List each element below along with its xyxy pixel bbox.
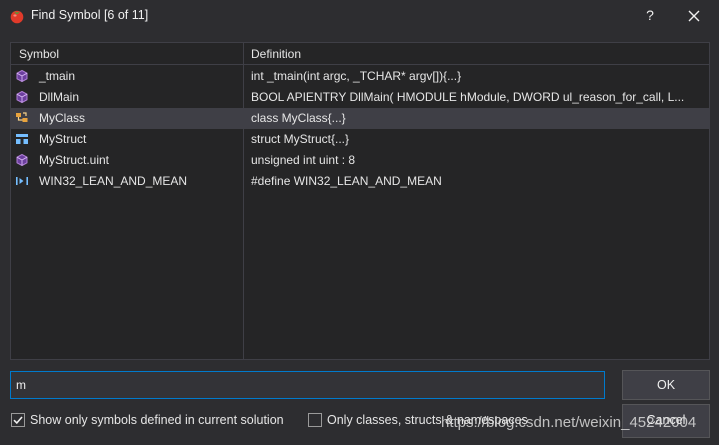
function-icon bbox=[16, 69, 28, 83]
column-header: Symbol Definition bbox=[11, 43, 709, 65]
symbol-name: _tmain bbox=[39, 69, 76, 83]
field-icon bbox=[16, 153, 28, 167]
symbol-definition: struct MyStruct{...} bbox=[251, 132, 350, 146]
tomato-icon bbox=[10, 10, 24, 24]
cancel-button[interactable]: Cancel bbox=[622, 404, 710, 438]
close-button[interactable] bbox=[680, 4, 708, 28]
checkbox-box[interactable] bbox=[308, 413, 322, 427]
window-title: Find Symbol [6 of 11] bbox=[31, 8, 149, 22]
symbol-definition: class MyClass{...} bbox=[251, 111, 346, 125]
symbol-name: MyStruct.uint bbox=[39, 153, 110, 167]
class-icon bbox=[16, 112, 28, 122]
struct-icon bbox=[16, 134, 28, 144]
symbol-row[interactable]: WIN32_LEAN_AND_MEAN #define WIN32_LEAN_A… bbox=[11, 171, 709, 192]
checkbox-box[interactable] bbox=[11, 413, 25, 427]
macro-icon bbox=[16, 177, 28, 185]
checkbox-label: Only classes, structs & namespaces bbox=[327, 413, 528, 427]
function-icon bbox=[16, 90, 28, 104]
symbol-name: MyClass bbox=[39, 111, 86, 125]
column-header-definition[interactable]: Definition bbox=[251, 47, 301, 61]
search-input[interactable] bbox=[10, 371, 605, 399]
checkbox-label: Show only symbols defined in current sol… bbox=[30, 413, 284, 427]
ok-button[interactable]: OK bbox=[622, 370, 710, 400]
title-bar: Find Symbol [6 of 11] ? bbox=[0, 0, 719, 32]
symbol-definition: #define WIN32_LEAN_AND_MEAN bbox=[251, 174, 442, 188]
symbol-definition: unsigned int uint : 8 bbox=[251, 153, 356, 167]
symbol-name: WIN32_LEAN_AND_MEAN bbox=[39, 174, 188, 188]
symbol-row[interactable]: MyStruct struct MyStruct{...} bbox=[11, 129, 709, 150]
close-icon bbox=[688, 10, 700, 22]
symbol-definition: int _tmain(int argc, _TCHAR* argv[]){...… bbox=[251, 69, 462, 83]
checkmark-icon bbox=[13, 416, 23, 425]
symbol-name: MyStruct bbox=[39, 132, 87, 146]
symbol-definition: BOOL APIENTRY DllMain( HMODULE hModule, … bbox=[251, 90, 685, 104]
only-classes-checkbox[interactable]: Only classes, structs & namespaces bbox=[308, 412, 548, 428]
symbol-row[interactable]: DllMain BOOL APIENTRY DllMain( HMODULE h… bbox=[11, 87, 709, 108]
only-current-solution-checkbox[interactable]: Show only symbols defined in current sol… bbox=[11, 412, 301, 428]
symbol-name: DllMain bbox=[39, 90, 80, 104]
column-header-symbol[interactable]: Symbol bbox=[19, 47, 59, 61]
symbol-row-selected[interactable]: MyClass class MyClass{...} bbox=[11, 108, 709, 129]
symbol-list[interactable]: Symbol Definition _tmain int _tmain(int … bbox=[10, 42, 710, 360]
symbol-row[interactable]: MyStruct.uint unsigned int uint : 8 bbox=[11, 150, 709, 171]
symbol-row[interactable]: _tmain int _tmain(int argc, _TCHAR* argv… bbox=[11, 66, 709, 87]
help-button[interactable]: ? bbox=[636, 4, 664, 28]
